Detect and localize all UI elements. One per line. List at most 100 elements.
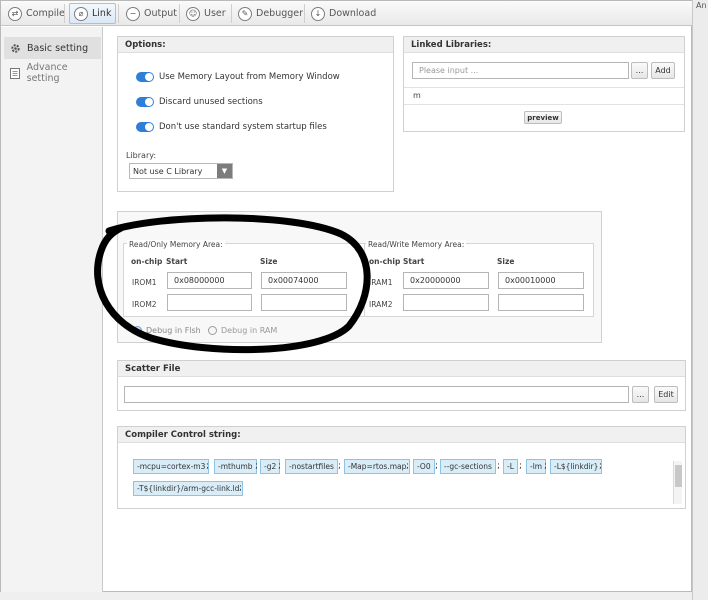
separator: ; [239,483,243,493]
ro-memory-title: Read/Only Memory Area: [127,240,225,249]
library-browse-button[interactable]: ... [631,62,648,79]
toolbar-divider [118,4,119,23]
option-use-memory-layout[interactable]: Use Memory Layout from Memory Window [136,72,340,82]
link-icon: ⌀ [74,6,88,21]
chevron-down-icon: ▼ [217,164,232,178]
toolbar-divider [179,4,180,23]
preview-button[interactable]: preview [524,111,562,124]
divider [404,87,684,88]
library-add-button[interactable]: Add [651,62,675,79]
debug-in-ram-radio[interactable]: Debug in RAM [208,326,277,335]
option-discard-unused[interactable]: Discard unused sections [136,97,263,107]
sidebar-item-basic-setting[interactable]: Basic setting [4,37,101,59]
iram2-start-input[interactable] [403,294,489,311]
scatter-file-title: Scatter File [118,361,685,377]
rw-col-onchip: on-chip [369,257,401,266]
tab-compile-label: Compile [26,8,65,19]
iram2-size-input[interactable] [498,294,584,311]
options-panel: Options: Use Memory Layout from Memory W… [117,36,394,192]
output-icon: − [126,6,140,21]
compiler-flag-tag[interactable]: -O0 [413,459,435,474]
separator: ; [544,461,548,471]
separator: ; [519,461,523,471]
toggle-on-icon[interactable] [136,97,154,107]
compiler-flag-tag[interactable]: -L [503,459,518,474]
toolbar-divider [304,4,305,23]
compiler-control-title: Compiler Control string: [118,427,685,443]
irom2-label: IROM2 [132,300,157,309]
rw-col-size: Size [497,257,515,266]
scatter-browse-button[interactable]: ... [632,386,649,403]
divider [404,104,684,105]
radio-selected-icon [133,326,142,335]
tab-link-label: Link [92,8,112,19]
right-edge-text: An [696,1,707,10]
irom2-start-input[interactable] [167,294,252,311]
ro-col-onchip: on-chip [131,257,163,266]
tab-download[interactable]: ↓ Download [307,3,380,24]
tab-output[interactable]: − Output [122,3,181,24]
iram2-label: IRAM2 [369,300,393,309]
debug-in-flash-radio[interactable]: Debug in Flsh [133,326,201,335]
tab-compile[interactable]: ⇄ Compile [4,3,69,24]
tab-debugger[interactable]: ✎ Debugger [234,3,307,24]
library-select[interactable]: Not use C Library ▼ [129,163,233,179]
tab-user[interactable]: ☺ User [182,3,230,24]
separator: ; [338,461,342,471]
link-settings-window: ⇄ Compile ⌀ Link − Output ☺ User ✎ Debug… [0,0,693,593]
compiler-flag-tag[interactable]: -T${linkdir}/arm-gcc-link.ld [133,481,244,496]
sidebar-item-label: Advance setting [26,62,68,84]
tab-output-label: Output [144,8,177,19]
ro-memory-group: Read/Only Memory Area: on-chip Start Siz… [123,240,365,317]
linked-libraries-panel: Linked Libraries: Please input ... ... A… [403,36,685,132]
tab-download-label: Download [329,8,377,19]
scatter-file-panel: Scatter File ... Edit [117,360,686,411]
compiler-flag-tag[interactable]: -nostartfiles [285,459,338,474]
scrollbar-thumb[interactable] [675,465,682,487]
irom1-label: IROM1 [132,278,157,287]
rw-memory-group: Read/Write Memory Area: on-chip Start Si… [364,240,594,317]
compiler-scrollbar[interactable] [673,461,682,504]
compiler-flag-tag[interactable]: --gc-sections [440,459,496,474]
iram1-size-input[interactable]: 0x00010000 [498,272,584,289]
irom2-size-input[interactable] [261,294,347,311]
gear-icon [10,43,21,54]
library-select-value: Not use C Library [133,166,203,176]
library-label: Library: [126,151,157,160]
separator: ; [435,461,439,471]
sidebar-item-advance-setting[interactable]: Advance setting [4,62,101,84]
radio-label: Debug in Flsh [146,326,201,335]
compiler-flag-tag[interactable]: -L${linkdir} [550,459,603,474]
iram1-start-input[interactable]: 0x20000000 [403,272,489,289]
iram1-label: IRAM1 [369,278,393,287]
separator: ; [406,461,410,471]
separator: ; [255,461,259,471]
bottom-edge [0,592,692,600]
radio-unselected-icon [208,326,217,335]
right-edge-panel: An [692,0,708,600]
library-search-input[interactable]: Please input ... [412,62,629,79]
scatter-edit-button[interactable]: Edit [654,386,678,403]
user-icon: ☺ [186,6,200,21]
option-no-startup-files[interactable]: Don't use standard system startup files [136,122,327,132]
scatter-file-input[interactable] [124,386,629,403]
compiler-flag-tag[interactable]: -mthumb [214,459,257,474]
compiler-flag-tag[interactable]: -mcpu=cortex-m3 [133,459,210,474]
library-list-item[interactable]: m [413,91,421,100]
separator: ; [599,461,603,471]
toggle-on-icon[interactable] [136,122,154,132]
debugger-icon: ✎ [238,6,252,21]
tab-debugger-label: Debugger [256,8,304,19]
tab-link[interactable]: ⌀ Link [69,3,117,24]
option-label: Discard unused sections [159,97,263,107]
ro-col-size: Size [260,257,278,266]
compile-icon: ⇄ [8,6,22,21]
rw-col-start: Start [403,257,425,266]
irom1-size-input[interactable]: 0x00074000 [261,272,347,289]
toggle-on-icon[interactable] [136,72,154,82]
compiler-flag-tag[interactable]: -Map=rtos.map [344,459,411,474]
separator: ; [497,461,501,471]
irom1-start-input[interactable]: 0x08000000 [167,272,252,289]
memory-panel: Read/Only Memory Area: on-chip Start Siz… [117,211,602,343]
toolbar: ⇄ Compile ⌀ Link − Output ☺ User ✎ Debug… [1,1,693,26]
